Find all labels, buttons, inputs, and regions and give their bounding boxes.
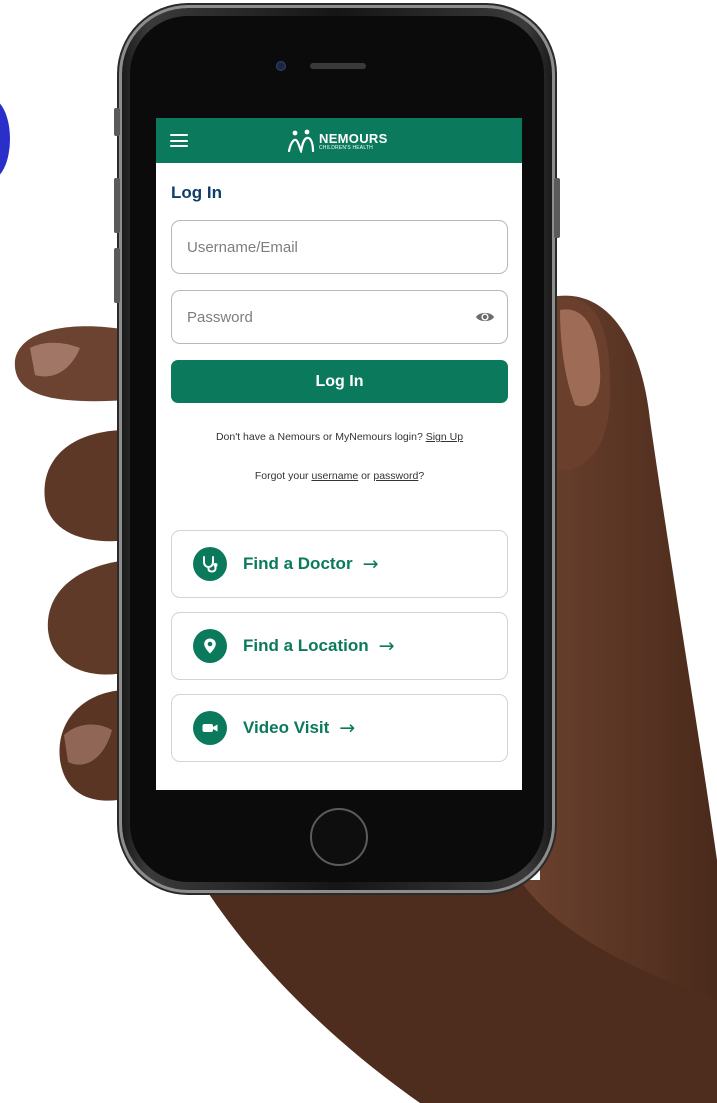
- phone-frame: NEMOURS CHILDREN'S HEALTH Log In Log In: [114, 8, 560, 890]
- password-input[interactable]: [187, 308, 447, 326]
- hamburger-menu-icon[interactable]: [170, 134, 188, 147]
- find-a-location-card[interactable]: Find a Location →: [171, 612, 508, 680]
- top-bar: NEMOURS CHILDREN'S HEALTH: [156, 118, 522, 163]
- forgot-credentials-prompt: Forgot your username or password?: [171, 470, 508, 482]
- page-title: Log In: [171, 183, 222, 202]
- forgot-username-link[interactable]: username: [311, 470, 358, 482]
- video-visit-card[interactable]: Video Visit →: [171, 694, 508, 762]
- stethoscope-icon: [193, 547, 227, 581]
- volume-down-button: [114, 248, 120, 303]
- username-input[interactable]: [187, 238, 447, 256]
- find-a-doctor-label: Find a Doctor: [243, 554, 353, 573]
- signup-prompt: Don't have a Nemours or MyNemours login?…: [171, 431, 508, 443]
- find-a-doctor-card[interactable]: Find a Doctor →: [171, 530, 508, 598]
- logo-wordmark: NEMOURS CHILDREN'S HEALTH: [319, 132, 388, 151]
- password-field[interactable]: [171, 290, 508, 344]
- signup-prompt-text: Don't have a Nemours or MyNemours login?: [215, 431, 423, 443]
- earpiece-speaker: [310, 63, 366, 69]
- login-button[interactable]: Log In: [171, 360, 508, 403]
- forgot-password-link[interactable]: password: [373, 470, 418, 482]
- volume-up-button: [114, 178, 120, 233]
- app-screen: NEMOURS CHILDREN'S HEALTH Log In Log In: [156, 118, 522, 790]
- nemours-logo-icon: [287, 129, 315, 153]
- username-field[interactable]: [171, 220, 508, 274]
- arrow-right-icon: →: [339, 717, 356, 739]
- forgot-prefix-text: Forgot your: [254, 470, 309, 482]
- arrow-right-icon: →: [362, 553, 379, 575]
- arrow-right-icon: →: [378, 635, 395, 657]
- video-visit-label: Video Visit: [243, 718, 330, 737]
- eye-icon[interactable]: [475, 310, 495, 324]
- forgot-or-text: or: [361, 470, 371, 482]
- map-pin-icon: [193, 629, 227, 663]
- power-button: [554, 178, 560, 238]
- front-camera: [276, 61, 286, 71]
- nemours-logo[interactable]: NEMOURS CHILDREN'S HEALTH: [286, 127, 388, 155]
- login-panel: Log In Log In Don't have a Nemours or My…: [156, 163, 522, 762]
- video-camera-icon: [193, 711, 227, 745]
- sign-up-link[interactable]: Sign Up: [426, 431, 463, 443]
- brand-subtitle: CHILDREN'S HEALTH: [319, 144, 373, 151]
- home-button[interactable]: [310, 808, 368, 866]
- forgot-suffix-text: ?: [418, 470, 425, 482]
- mute-switch: [114, 108, 120, 136]
- brand-name: NEMOURS: [319, 130, 388, 146]
- find-a-location-label: Find a Location: [243, 636, 369, 655]
